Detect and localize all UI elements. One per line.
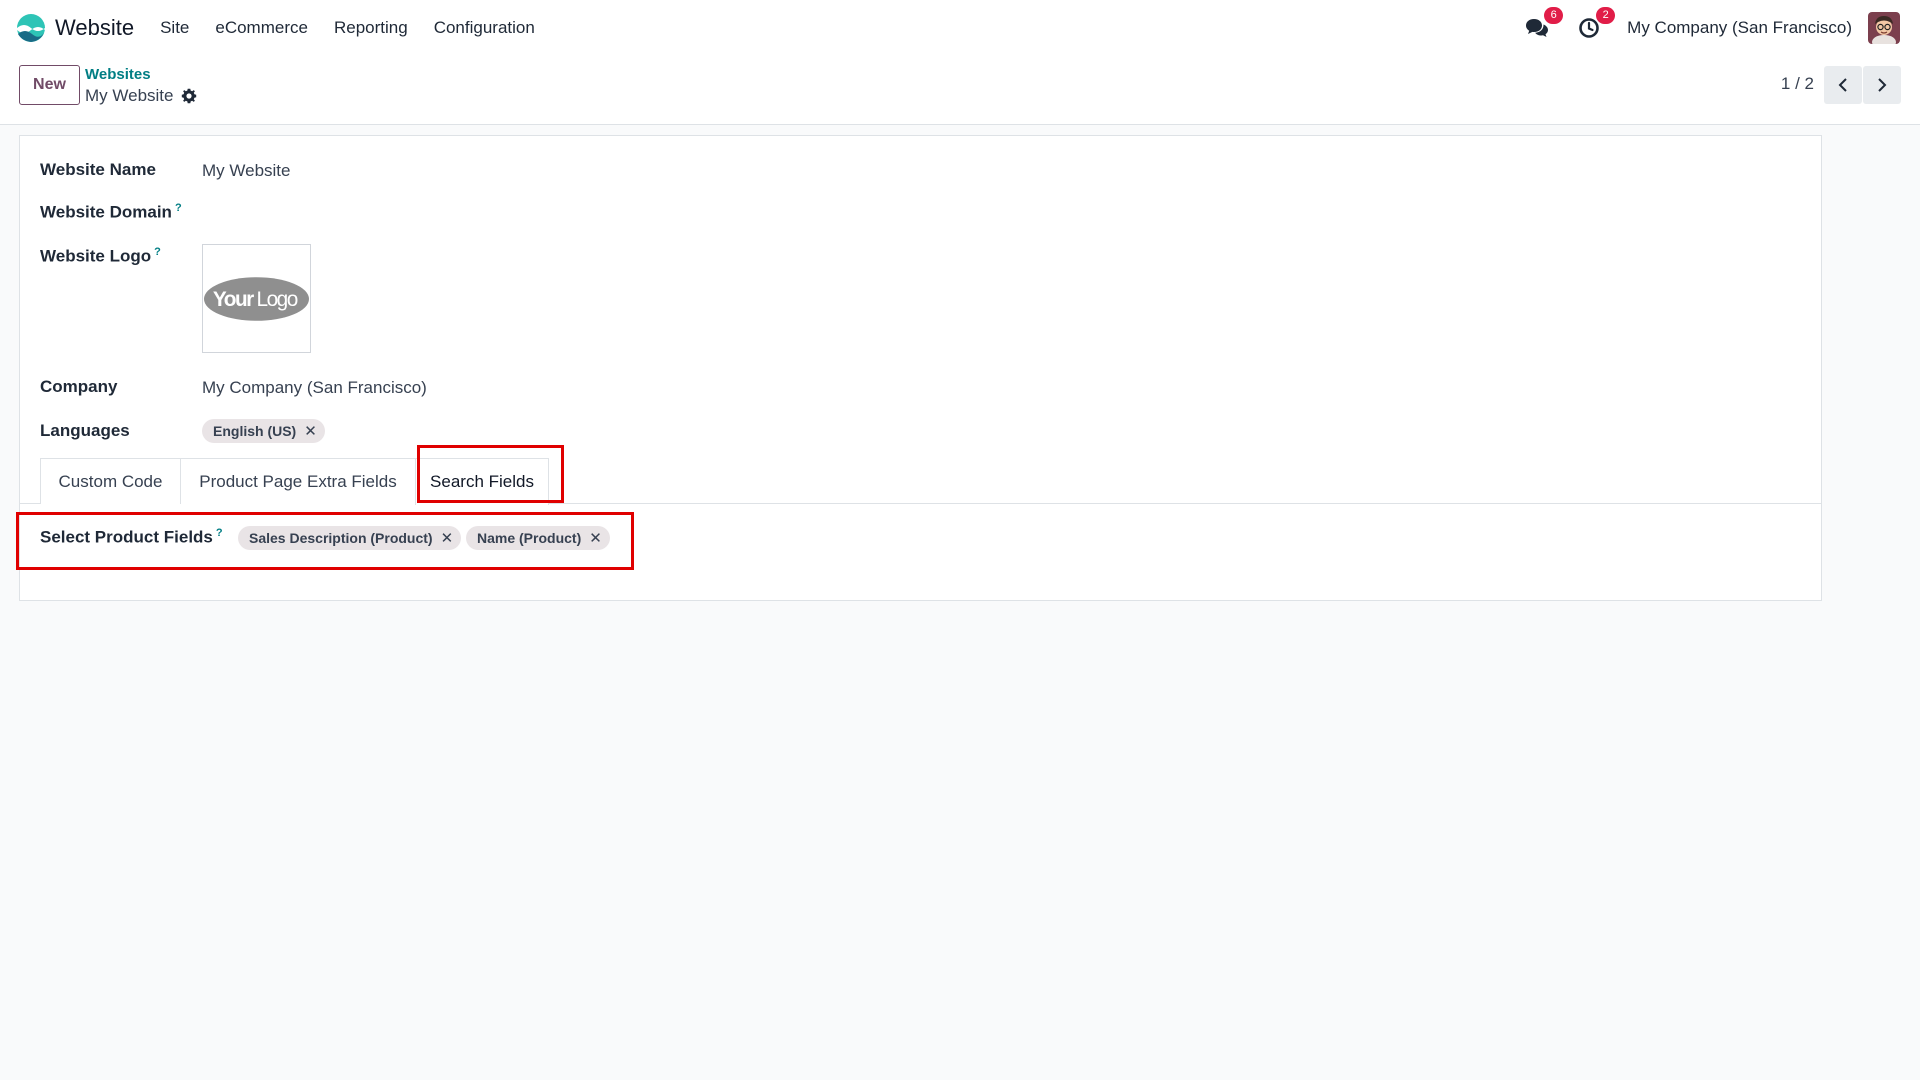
- menu-ecommerce[interactable]: eCommerce: [215, 18, 308, 38]
- top-navbar: Website Site eCommerce Reporting Configu…: [0, 0, 1920, 55]
- website-logo-field[interactable]: Your Logo: [202, 244, 311, 353]
- logo-text-logo: Logo: [257, 287, 298, 310]
- website-domain-field[interactable]: [202, 202, 602, 226]
- chevron-right-icon: [1878, 78, 1887, 92]
- record-title: My Website: [85, 86, 174, 105]
- company-label: Company: [40, 377, 118, 396]
- tab-search-fields[interactable]: Search Fields: [415, 458, 549, 505]
- pager-next-button[interactable]: [1863, 66, 1901, 104]
- form-sheet: Website Name My Website Website Domain? …: [19, 135, 1822, 601]
- company-field[interactable]: My Company (San Francisco): [202, 378, 427, 398]
- pager-value[interactable]: 1 / 2: [1781, 74, 1814, 94]
- menu-configuration[interactable]: Configuration: [434, 18, 535, 38]
- messages-button[interactable]: 6: [1523, 6, 1564, 42]
- help-tooltip-icon[interactable]: ?: [154, 246, 161, 258]
- activities-count-badge: 2: [1596, 6, 1616, 24]
- tab-product-page-extra-fields[interactable]: Product Page Extra Fields: [180, 458, 416, 504]
- breadcrumb-websites[interactable]: Websites: [85, 66, 151, 83]
- new-button[interactable]: New: [19, 65, 80, 105]
- main-menu: Site eCommerce Reporting Configuration: [160, 18, 561, 38]
- remove-tag-icon[interactable]: ✕: [589, 529, 602, 547]
- tag-label: Sales Description (Product): [249, 530, 433, 546]
- language-tag: English (US) ✕: [202, 419, 325, 443]
- chevron-left-icon: [1838, 78, 1847, 92]
- tag-label: Name (Product): [477, 530, 582, 546]
- website-domain-label: Website Domain?: [40, 202, 182, 222]
- gear-icon-svg: [181, 88, 197, 104]
- website-logo-label: Website Logo?: [40, 246, 161, 266]
- website-name-field[interactable]: My Website: [202, 161, 291, 181]
- help-tooltip-icon[interactable]: ?: [175, 202, 182, 214]
- app-brand[interactable]: Website: [16, 13, 134, 43]
- website-name-label: Website Name: [40, 160, 156, 179]
- company-switcher[interactable]: My Company (San Francisco): [1627, 18, 1852, 38]
- systray: 6 2 My Company (San Francisco): [1523, 0, 1900, 55]
- gear-icon[interactable]: [181, 86, 199, 106]
- menu-site[interactable]: Site: [160, 18, 189, 38]
- product-field-tag: Sales Description (Product) ✕: [238, 526, 462, 550]
- remove-tag-icon[interactable]: ✕: [441, 529, 454, 547]
- select-product-fields-label: Select Product Fields?: [40, 527, 223, 547]
- pager-previous-button[interactable]: [1824, 66, 1862, 104]
- website-app-icon: [17, 13, 45, 42]
- messages-count-badge: 6: [1544, 6, 1564, 24]
- languages-label: Languages: [40, 421, 130, 440]
- logo-text-your: Your: [213, 287, 254, 310]
- user-avatar[interactable]: [1868, 11, 1900, 44]
- menu-reporting[interactable]: Reporting: [334, 18, 408, 38]
- your-logo-image: Your Logo: [203, 276, 310, 321]
- control-panel: New Websites My Website 1 / 2: [0, 55, 1920, 125]
- tag-label: English (US): [213, 423, 297, 439]
- remove-tag-icon[interactable]: ✕: [304, 422, 317, 440]
- help-tooltip-icon[interactable]: ?: [216, 527, 223, 539]
- tab-custom-code[interactable]: Custom Code: [40, 458, 181, 504]
- user-avatar-icon: [1868, 11, 1900, 44]
- app-name: Website: [55, 14, 135, 40]
- activities-button[interactable]: 2: [1575, 6, 1616, 42]
- product-field-tag: Name (Product) ✕: [466, 526, 610, 550]
